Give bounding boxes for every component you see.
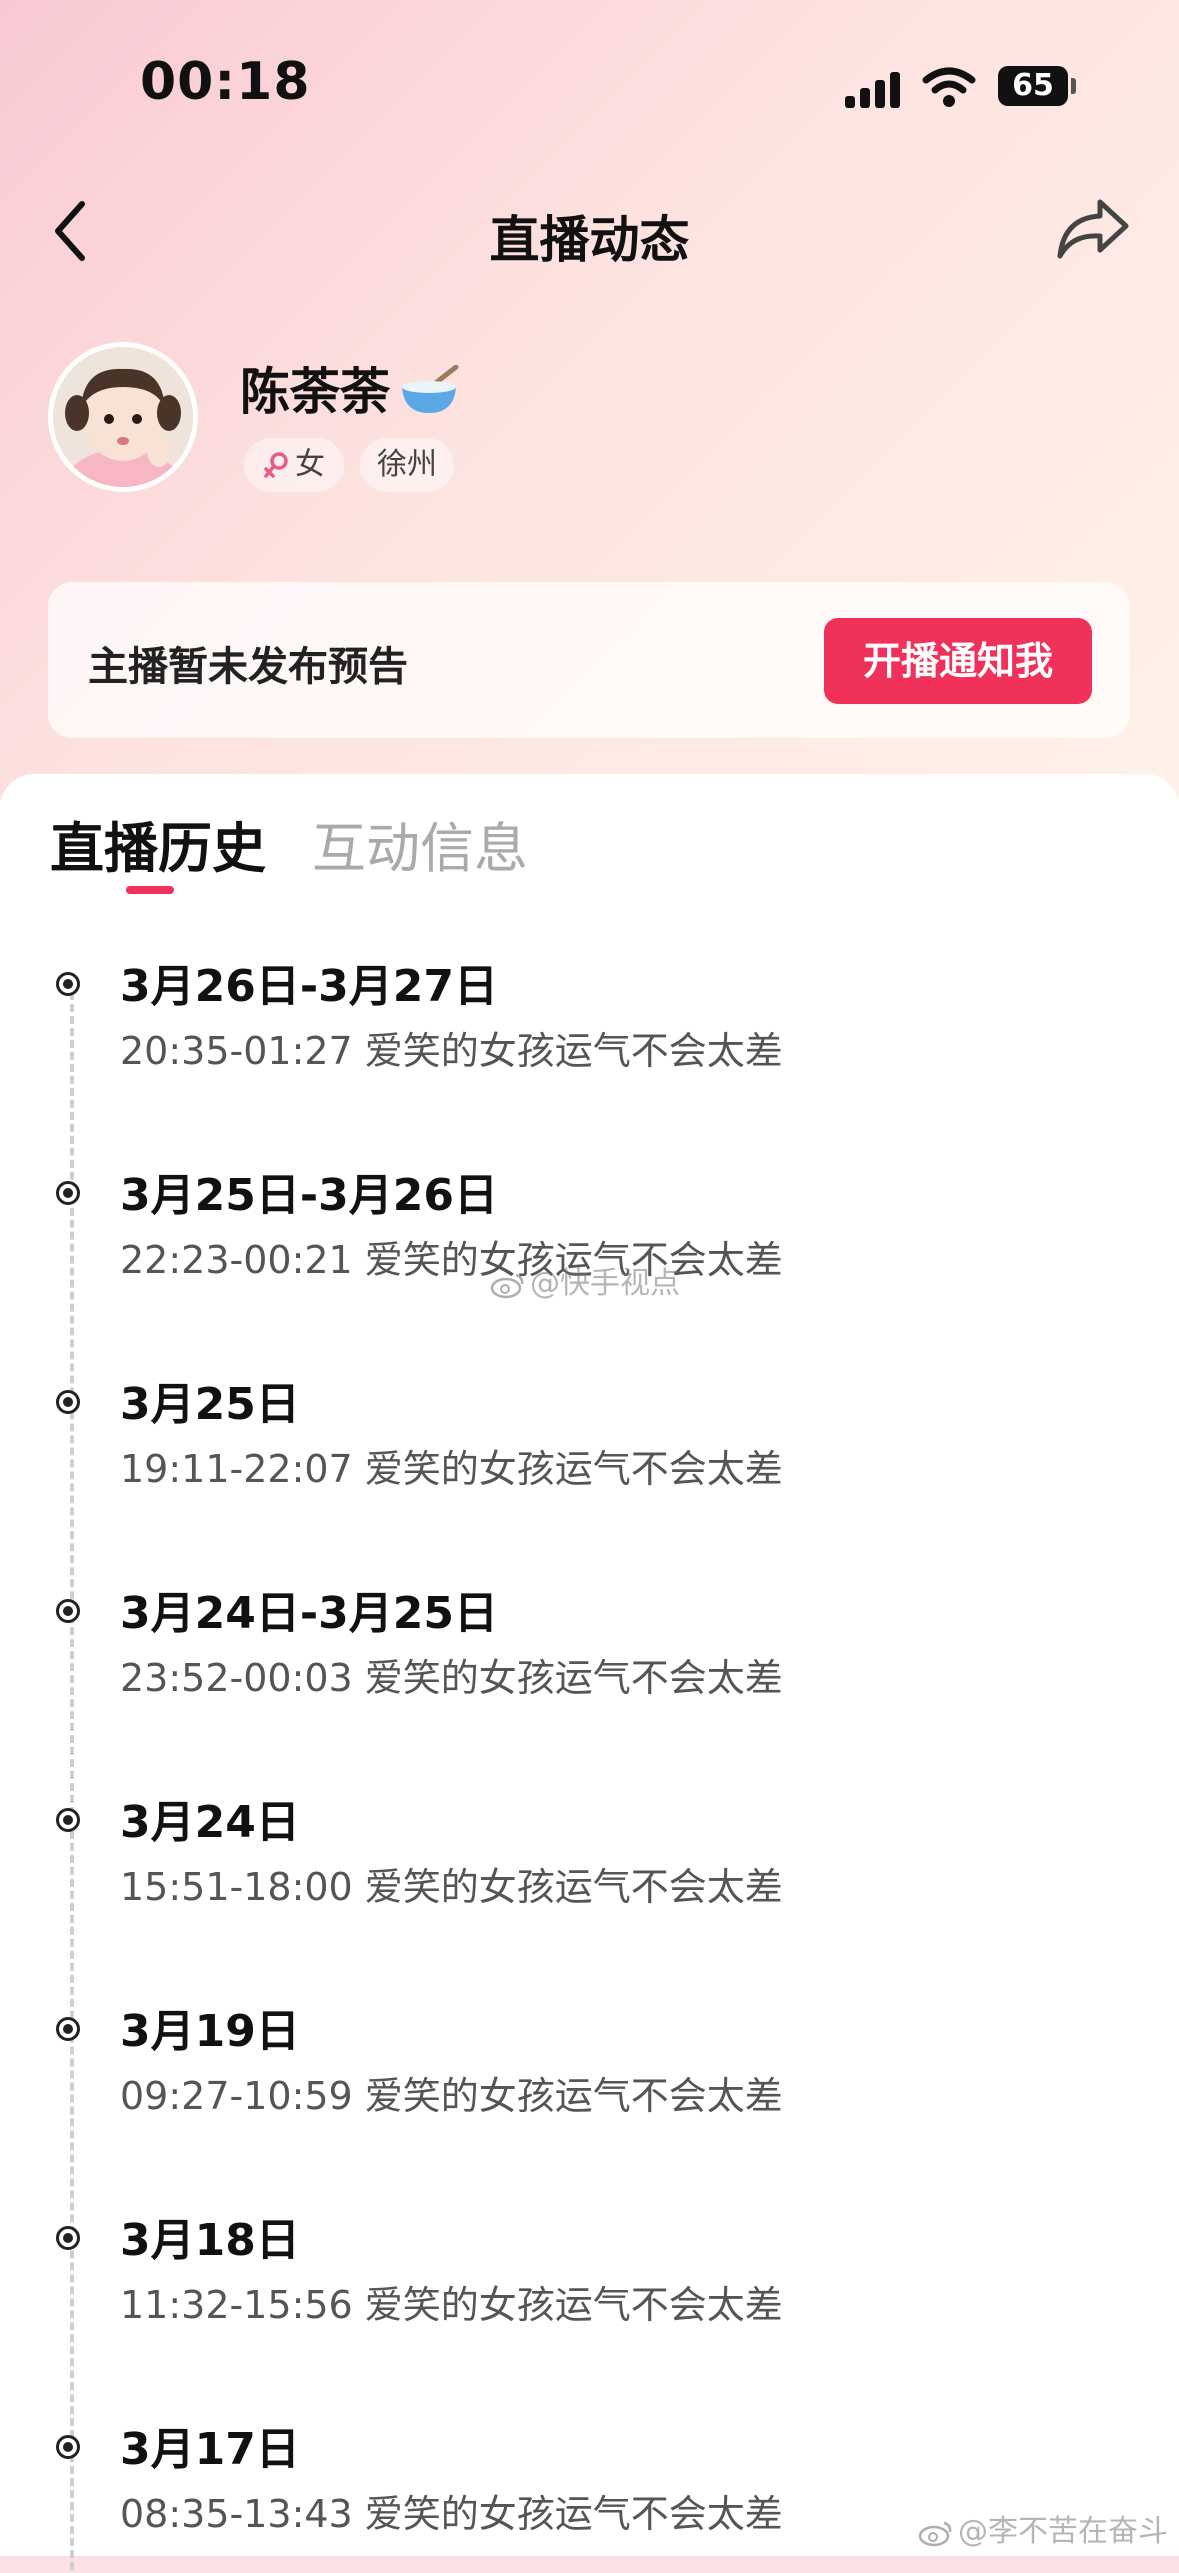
history-detail: 22:23-00:21 爱笑的女孩运气不会太差	[120, 1238, 783, 1282]
avatar-image	[53, 347, 193, 487]
active-tab-indicator	[126, 886, 174, 894]
timeline-dot-icon	[56, 2226, 80, 2250]
history-detail: 19:11-22:07 爱笑的女孩运气不会太差	[120, 1447, 783, 1491]
weibo-icon	[490, 1273, 524, 1298]
streamer-name-text: 陈荼荼	[240, 363, 390, 421]
timeline-dot-icon	[56, 1599, 80, 1623]
timeline-dot-icon	[56, 2017, 80, 2041]
gender-label: 女	[295, 447, 325, 482]
watermark-bottom: @李不苦在奋斗	[918, 2506, 1168, 2550]
timeline-dot-icon	[56, 1181, 80, 1205]
cellular-signal-icon	[845, 70, 905, 108]
history-item[interactable]: 3月19日 09:27-10:59 爱笑的女孩运气不会太差	[0, 1995, 1179, 2155]
preview-notice-card: 主播暂未发布预告 开播通知我	[48, 582, 1130, 738]
history-date: 3月26日-3月27日	[120, 961, 498, 1012]
history-item[interactable]: 3月18日 11:32-15:56 爱笑的女孩运气不会太差	[0, 2204, 1179, 2364]
history-detail: 09:27-10:59 爱笑的女孩运气不会太差	[120, 2074, 783, 2118]
history-detail: 23:52-00:03 爱笑的女孩运气不会太差	[120, 1656, 783, 1700]
live-history-panel: 直播历史 互动信息 3月26日-3月27日 20:35-01:27 爱笑的女孩运…	[0, 774, 1179, 2570]
history-item[interactable]: 3月26日-3月27日 20:35-01:27 爱笑的女孩运气不会太差	[0, 950, 1179, 1110]
status-time: 00:18	[140, 52, 311, 112]
tab-interaction-info[interactable]: 互动信息	[312, 804, 528, 883]
history-item[interactable]: 3月24日-3月25日 23:52-00:03 爱笑的女孩运气不会太差	[0, 1577, 1179, 1737]
watermark-bottom-text: @李不苦在奋斗	[958, 2514, 1168, 2549]
history-date: 3月24日-3月25日	[120, 1588, 498, 1639]
gender-tag: 女	[244, 438, 344, 492]
watermark-middle: @快手视点	[490, 1258, 680, 1302]
wifi-icon	[922, 67, 976, 107]
history-date: 3月25日	[120, 1379, 300, 1430]
timeline-dot-icon	[56, 1390, 80, 1414]
tab-live-history[interactable]: 直播历史	[50, 804, 266, 883]
watermark-middle-text: @快手视点	[530, 1266, 680, 1301]
female-icon	[264, 451, 288, 478]
share-icon[interactable]	[1054, 196, 1132, 262]
history-detail: 11:32-15:56 爱笑的女孩运气不会太差	[120, 2283, 783, 2327]
history-detail: 15:51-18:00 爱笑的女孩运气不会太差	[120, 1865, 783, 1909]
battery-icon: 65	[998, 66, 1068, 106]
history-date: 3月25日-3月26日	[120, 1170, 498, 1221]
timeline-dot-icon	[56, 2435, 80, 2459]
history-detail: 08:35-13:43 爱笑的女孩运气不会太差	[120, 2492, 783, 2536]
avatar[interactable]	[48, 342, 198, 492]
history-date: 3月19日	[120, 2006, 300, 2057]
page-title: 直播动态	[489, 211, 690, 269]
history-date: 3月17日	[120, 2424, 300, 2475]
history-detail: 20:35-01:27 爱笑的女孩运气不会太差	[120, 1029, 783, 1073]
history-item[interactable]: 3月24日 15:51-18:00 爱笑的女孩运气不会太差	[0, 1786, 1179, 1946]
city-tag: 徐州	[360, 438, 454, 492]
notice-text: 主播暂未发布预告	[88, 644, 408, 690]
weibo-icon	[918, 2521, 952, 2546]
notify-me-button[interactable]: 开播通知我	[824, 618, 1092, 704]
timeline-dot-icon	[56, 1808, 80, 1832]
history-item[interactable]: 3月25日 19:11-22:07 爱笑的女孩运气不会太差	[0, 1368, 1179, 1528]
bowl-icon	[398, 364, 460, 427]
timeline-dot-icon	[56, 972, 80, 996]
history-date: 3月18日	[120, 2215, 300, 2266]
battery-tip	[1071, 78, 1076, 94]
streamer-name: 陈荼荼	[240, 352, 460, 427]
history-date: 3月24日	[120, 1797, 300, 1848]
